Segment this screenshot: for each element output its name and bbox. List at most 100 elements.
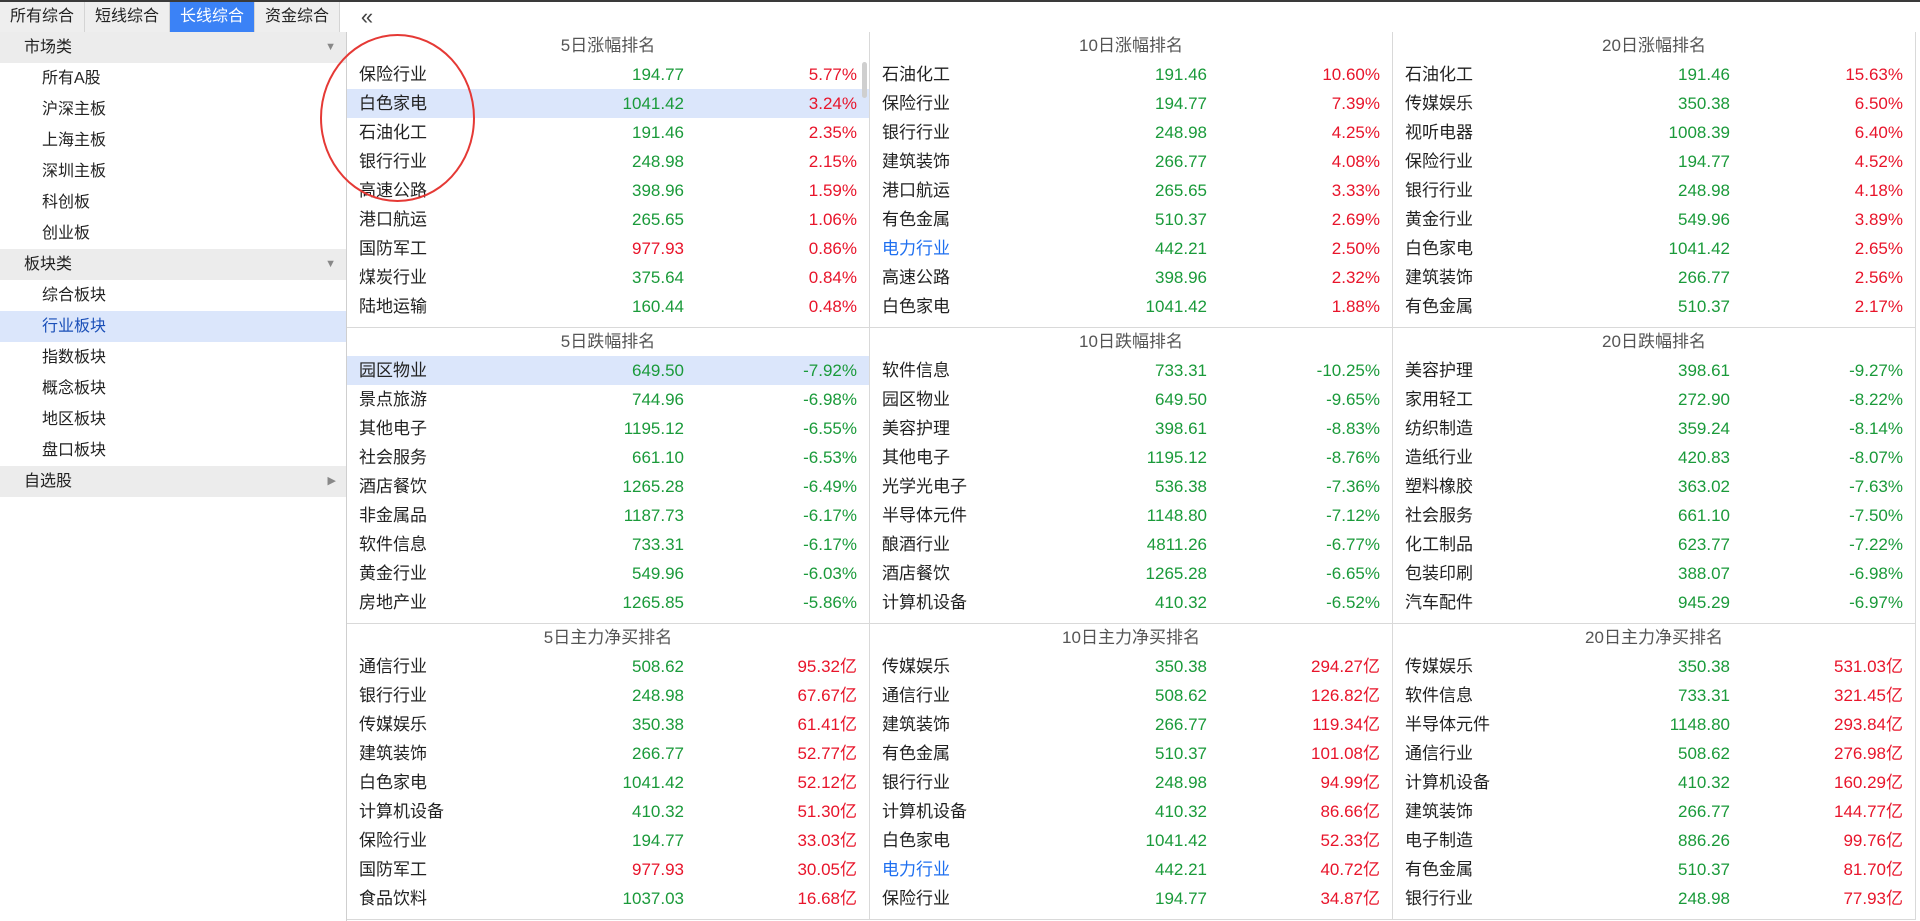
table-row[interactable]: 计算机设备 410.32 160.29亿 bbox=[1393, 768, 1915, 797]
sector-name[interactable]: 保险行业 bbox=[359, 60, 427, 89]
table-row[interactable]: 国防军工 977.93 30.05亿 bbox=[347, 855, 869, 884]
sidebar-group[interactable]: 自选股 ▶ bbox=[0, 466, 346, 497]
table-row[interactable]: 电子制造 886.26 99.76亿 bbox=[1393, 826, 1915, 855]
table-row[interactable]: 有色金属 510.37 2.17% bbox=[1393, 292, 1915, 321]
table-row[interactable]: 社会服务 661.10 -7.50% bbox=[1393, 501, 1915, 530]
sector-name[interactable]: 酒店餐饮 bbox=[359, 472, 427, 501]
table-row[interactable]: 纺织制造 359.24 -8.14% bbox=[1393, 414, 1915, 443]
sector-name[interactable]: 通信行业 bbox=[359, 652, 427, 681]
table-row[interactable]: 建筑装饰 266.77 4.08% bbox=[870, 147, 1392, 176]
table-row[interactable]: 汽车配件 945.29 -6.97% bbox=[1393, 588, 1915, 617]
sector-name[interactable]: 通信行业 bbox=[882, 681, 950, 710]
table-row[interactable]: 白色家电 1041.42 52.33亿 bbox=[870, 826, 1392, 855]
table-row[interactable]: 园区物业 649.50 -7.92% bbox=[347, 356, 869, 385]
sector-name[interactable]: 半导体元件 bbox=[882, 501, 967, 530]
sector-name[interactable]: 纺织制造 bbox=[1405, 414, 1473, 443]
tab-capital[interactable]: 资金综合 bbox=[255, 2, 341, 32]
sector-name[interactable]: 建筑装饰 bbox=[1405, 797, 1473, 826]
sector-name[interactable]: 传媒娱乐 bbox=[1405, 89, 1473, 118]
table-row[interactable]: 美容护理 398.61 -9.27% bbox=[1393, 356, 1915, 385]
collapse-sidebar-icon[interactable]: « bbox=[352, 2, 382, 32]
sector-name[interactable]: 白色家电 bbox=[359, 768, 427, 797]
sector-name[interactable]: 有色金属 bbox=[882, 205, 950, 234]
sector-name[interactable]: 化工制品 bbox=[1405, 530, 1473, 559]
sidebar-item[interactable]: 所有A股 bbox=[0, 63, 346, 94]
tab-long-term[interactable]: 长线综合 bbox=[170, 2, 256, 32]
panel-scrollbar[interactable] bbox=[862, 62, 867, 98]
table-row[interactable]: 保险行业 194.77 34.87亿 bbox=[870, 884, 1392, 913]
table-row[interactable]: 包装印刷 388.07 -6.98% bbox=[1393, 559, 1915, 588]
sidebar-item[interactable]: 指数板块 bbox=[0, 342, 346, 373]
sector-name[interactable]: 食品饮料 bbox=[359, 884, 427, 913]
sector-name[interactable]: 房地产业 bbox=[359, 588, 427, 617]
table-row[interactable]: 美容护理 398.61 -8.83% bbox=[870, 414, 1392, 443]
table-row[interactable]: 港口航运 265.65 3.33% bbox=[870, 176, 1392, 205]
sector-name[interactable]: 国防军工 bbox=[359, 234, 427, 263]
sidebar-item[interactable]: 沪深主板 bbox=[0, 94, 346, 125]
sidebar-item[interactable]: 概念板块 bbox=[0, 373, 346, 404]
sector-name[interactable]: 白色家电 bbox=[359, 89, 427, 118]
table-row[interactable]: 传媒娱乐 350.38 6.50% bbox=[1393, 89, 1915, 118]
table-row[interactable]: 传媒娱乐 350.38 61.41亿 bbox=[347, 710, 869, 739]
sector-name[interactable]: 视听电器 bbox=[1405, 118, 1473, 147]
collapse-arrow-icon[interactable]: ▼ bbox=[325, 32, 336, 63]
sector-name[interactable]: 电力行业 bbox=[882, 234, 950, 263]
sector-name[interactable]: 电子制造 bbox=[1405, 826, 1473, 855]
table-row[interactable]: 光学光电子 536.38 -7.36% bbox=[870, 472, 1392, 501]
sector-name[interactable]: 银行行业 bbox=[882, 118, 950, 147]
sector-name[interactable]: 家用轻工 bbox=[1405, 385, 1473, 414]
table-row[interactable]: 园区物业 649.50 -9.65% bbox=[870, 385, 1392, 414]
table-row[interactable]: 港口航运 265.65 1.06% bbox=[347, 205, 869, 234]
sidebar-item[interactable]: 上海主板 bbox=[0, 125, 346, 156]
sector-name[interactable]: 建筑装饰 bbox=[359, 739, 427, 768]
sector-name[interactable]: 传媒娱乐 bbox=[1405, 652, 1473, 681]
table-row[interactable]: 计算机设备 410.32 -6.52% bbox=[870, 588, 1392, 617]
table-row[interactable]: 银行行业 248.98 4.18% bbox=[1393, 176, 1915, 205]
table-row[interactable]: 半导体元件 1148.80 -7.12% bbox=[870, 501, 1392, 530]
sector-name[interactable]: 港口航运 bbox=[359, 205, 427, 234]
tab-all-composite[interactable]: 所有综合 bbox=[0, 2, 86, 32]
table-row[interactable]: 白色家电 1041.42 52.12亿 bbox=[347, 768, 869, 797]
sidebar-item[interactable]: 行业板块 bbox=[0, 311, 346, 342]
sector-name[interactable]: 高速公路 bbox=[359, 176, 427, 205]
table-row[interactable]: 家用轻工 272.90 -8.22% bbox=[1393, 385, 1915, 414]
sector-name[interactable]: 石油化工 bbox=[1405, 60, 1473, 89]
sector-name[interactable]: 保险行业 bbox=[1405, 147, 1473, 176]
sector-name[interactable]: 银行行业 bbox=[882, 768, 950, 797]
table-row[interactable]: 酿酒行业 4811.26 -6.77% bbox=[870, 530, 1392, 559]
sector-name[interactable]: 造纸行业 bbox=[1405, 443, 1473, 472]
sector-name[interactable]: 非金属品 bbox=[359, 501, 427, 530]
sector-name[interactable]: 黄金行业 bbox=[1405, 205, 1473, 234]
table-row[interactable]: 石油化工 191.46 15.63% bbox=[1393, 60, 1915, 89]
table-row[interactable]: 银行行业 248.98 67.67亿 bbox=[347, 681, 869, 710]
sector-name[interactable]: 银行行业 bbox=[1405, 176, 1473, 205]
sidebar-item[interactable]: 地区板块 bbox=[0, 404, 346, 435]
sector-name[interactable]: 光学光电子 bbox=[882, 472, 967, 501]
table-row[interactable]: 化工制品 623.77 -7.22% bbox=[1393, 530, 1915, 559]
sector-name[interactable]: 计算机设备 bbox=[359, 797, 444, 826]
sector-name[interactable]: 陆地运输 bbox=[359, 292, 427, 321]
table-row[interactable]: 陆地运输 160.44 0.48% bbox=[347, 292, 869, 321]
sector-name[interactable]: 包装印刷 bbox=[1405, 559, 1473, 588]
table-row[interactable]: 石油化工 191.46 2.35% bbox=[347, 118, 869, 147]
sector-name[interactable]: 计算机设备 bbox=[1405, 768, 1490, 797]
sector-name[interactable]: 传媒娱乐 bbox=[359, 710, 427, 739]
table-row[interactable]: 石油化工 191.46 10.60% bbox=[870, 60, 1392, 89]
sector-name[interactable]: 社会服务 bbox=[359, 443, 427, 472]
table-row[interactable]: 白色家电 1041.42 3.24% bbox=[347, 89, 869, 118]
table-row[interactable]: 有色金属 510.37 101.08亿 bbox=[870, 739, 1392, 768]
table-row[interactable]: 电力行业 442.21 40.72亿 bbox=[870, 855, 1392, 884]
table-row[interactable]: 半导体元件 1148.80 293.84亿 bbox=[1393, 710, 1915, 739]
table-row[interactable]: 建筑装饰 266.77 2.56% bbox=[1393, 263, 1915, 292]
table-row[interactable]: 软件信息 733.31 -6.17% bbox=[347, 530, 869, 559]
sector-name[interactable]: 银行行业 bbox=[359, 147, 427, 176]
sector-name[interactable]: 软件信息 bbox=[1405, 681, 1473, 710]
sector-name[interactable]: 煤炭行业 bbox=[359, 263, 427, 292]
table-row[interactable]: 其他电子 1195.12 -8.76% bbox=[870, 443, 1392, 472]
table-row[interactable]: 非金属品 1187.73 -6.17% bbox=[347, 501, 869, 530]
sidebar-item[interactable]: 综合板块 bbox=[0, 280, 346, 311]
table-row[interactable]: 酒店餐饮 1265.28 -6.49% bbox=[347, 472, 869, 501]
table-row[interactable]: 视听电器 1008.39 6.40% bbox=[1393, 118, 1915, 147]
table-row[interactable]: 高速公路 398.96 1.59% bbox=[347, 176, 869, 205]
sector-name[interactable]: 保险行业 bbox=[882, 884, 950, 913]
